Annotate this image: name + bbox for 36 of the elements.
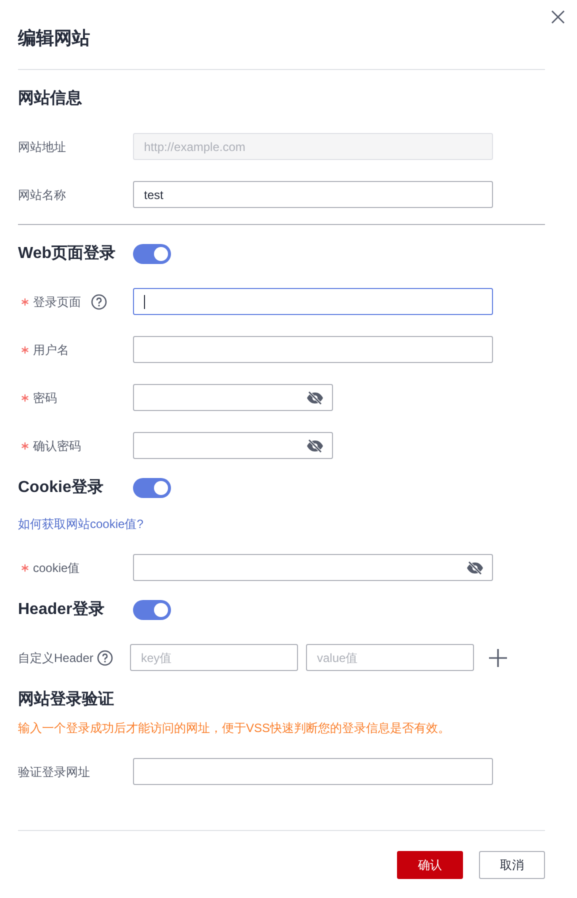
field-label: 用户名	[33, 342, 69, 358]
dialog-title: 编辑网站	[18, 27, 91, 50]
input-field[interactable]	[133, 336, 493, 363]
toggle-switch[interactable]	[133, 244, 171, 264]
field-label: 验证登录网址	[18, 764, 90, 780]
cancel-button[interactable]: 取消	[479, 851, 545, 879]
field-label: cookie值	[33, 560, 80, 576]
input-field[interactable]	[133, 758, 493, 785]
field-label: 确认密码	[33, 438, 81, 454]
eye-slash-icon	[306, 438, 324, 452]
hint-text: 输入一个登录成功后才能访问的网址，便于VSS快速判断您的登录信息是否有效。	[18, 720, 452, 737]
field-label: 网站地址	[18, 138, 66, 156]
section-heading: 网站信息	[18, 88, 83, 109]
input-field[interactable]: test	[133, 181, 493, 208]
close-icon[interactable]	[551, 10, 565, 24]
section-heading: 网站登录验证	[18, 690, 115, 710]
field-label: 密码	[33, 390, 57, 406]
toggle-switch[interactable]	[133, 600, 171, 620]
input-field[interactable]	[133, 288, 493, 315]
toggle-switch[interactable]	[133, 478, 171, 498]
field-label: 网站名称	[18, 186, 66, 204]
password-field[interactable]	[133, 384, 333, 411]
eye-slash-icon	[306, 390, 324, 404]
eye-slash-icon	[466, 560, 484, 574]
password-field[interactable]	[133, 554, 493, 581]
section-heading: Cookie登录	[18, 478, 104, 498]
section-heading: Web页面登录	[18, 244, 116, 264]
field-label: 登录页面	[33, 294, 81, 310]
confirm-button[interactable]: 确认	[397, 851, 463, 879]
input-field[interactable]: key值	[130, 644, 298, 671]
section-heading: Header登录	[18, 600, 106, 620]
plus-icon[interactable]	[488, 648, 508, 668]
password-field[interactable]	[133, 432, 333, 459]
field-label: 自定义Header	[18, 650, 94, 666]
input-field[interactable]: value值	[306, 644, 474, 671]
help-link[interactable]: 如何获取网站cookie值?	[18, 515, 144, 533]
